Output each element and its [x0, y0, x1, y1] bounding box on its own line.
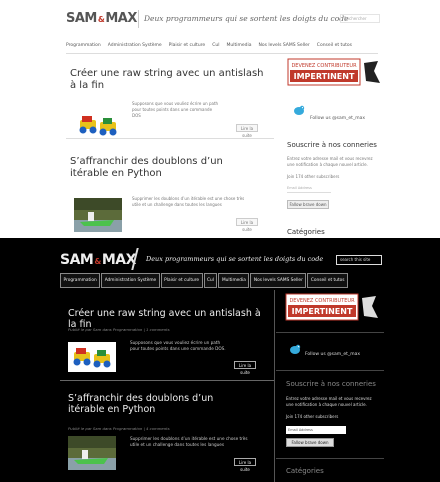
follow-link[interactable]: Follow us @sam_et_max — [310, 116, 365, 121]
post-excerpt: Supprimer les doublons d’un itérable est… — [132, 196, 245, 207]
sidebar-separator — [276, 458, 384, 459]
subscribers-count: Join 174 other subscribers — [287, 174, 340, 179]
light-theme-screenshot: SAM&MAX Deux programmeurs qui se sortent… — [0, 0, 440, 238]
post-thumbnail[interactable] — [68, 436, 116, 470]
post-thumbnail[interactable] — [74, 110, 122, 140]
sidebar-separator — [276, 332, 384, 333]
site-header: SAM&MAX Deux programmeurs qui se sortent… — [0, 238, 440, 274]
read-more-button[interactable]: Lire la suite — [234, 458, 256, 472]
logo-amp: & — [94, 257, 101, 266]
badge-line2: IMPERTINENT — [294, 72, 355, 81]
logo-sam: SAM — [66, 11, 97, 26]
nav-item-multimedia[interactable]: Multimedia — [218, 273, 250, 288]
nav-item-programmation[interactable]: Programmation — [60, 273, 101, 288]
sidebar-divider — [274, 290, 275, 482]
search-input[interactable]: search this site — [336, 255, 382, 265]
logo-amp: & — [97, 15, 105, 24]
nav-item-levels[interactable]: Nos levels SAMS Seller — [250, 273, 307, 288]
read-more-button[interactable]: Lire la suite — [234, 361, 256, 375]
post-title[interactable]: Créer une raw string avec un antislash à… — [70, 68, 270, 92]
post-thumbnail[interactable] — [68, 342, 116, 372]
subscribe-button[interactable]: Fallow brave down — [286, 438, 334, 447]
site-header: SAM&MAX Deux programmeurs qui se sortent… — [0, 0, 440, 38]
nav-item-programmation[interactable]: Programmation — [66, 40, 101, 51]
header-separator — [138, 10, 139, 28]
main-nav: Programmation Administration Système Pla… — [66, 40, 378, 51]
subscribe-text: Entrez votre adresse mail et vous recevr… — [286, 396, 372, 407]
post-divider — [60, 380, 274, 381]
nav-divider — [66, 53, 378, 54]
post-excerpt: Supposons que vous vouliez écrire un pat… — [130, 340, 226, 351]
nav-item-conseil[interactable]: Conseil et tutos — [317, 40, 352, 51]
site-logo[interactable]: SAM&MAX — [60, 252, 136, 268]
nav-item-plaisir[interactable]: Plaisir et culture — [169, 40, 206, 51]
nav-item-cul[interactable]: Cul — [203, 273, 218, 288]
contributor-badge[interactable]: DEVENEZ CONTRIBUTEUR IMPERTINENT — [286, 57, 382, 87]
categories-title: Catégories — [287, 228, 325, 236]
subscribe-button[interactable]: Fallow brave down — [287, 200, 329, 209]
nav-item-cul[interactable]: Cul — [212, 40, 219, 51]
twitter-bird-icon — [292, 103, 306, 117]
post-thumbnail[interactable] — [74, 198, 122, 232]
nav-item-administration[interactable]: Administration Système — [108, 40, 162, 51]
sidebar-separator — [276, 370, 384, 371]
nav-item-multimedia[interactable]: Multimedia — [226, 40, 251, 51]
site-slogan: Deux programmeurs qui se sortent les doi… — [144, 14, 349, 23]
badge-line1: DEVENEZ CONTRIBUTEUR — [289, 298, 355, 304]
post-title[interactable]: S’affranchir des doublons d’un itérable … — [68, 393, 248, 415]
post-meta: Publié le par Sam dans Programmation | 1… — [68, 327, 170, 332]
nav-item-plaisir[interactable]: Plaisir et culture — [160, 273, 203, 288]
logo-max: MAX — [101, 252, 137, 268]
main-nav: Programmation Administration Système Pla… — [60, 273, 378, 288]
subscribe-title: Souscrire à nos conneries — [287, 141, 377, 149]
categories-title: Catégories — [286, 467, 324, 475]
site-logo[interactable]: SAM&MAX — [66, 11, 137, 26]
subscribers-count: Join 174 other subscribers — [286, 414, 339, 419]
dark-theme-screenshot: SAM&MAX Deux programmeurs qui se sortent… — [0, 238, 440, 482]
logo-max: MAX — [105, 11, 137, 26]
badge-line2: IMPERTINENT — [292, 307, 353, 316]
twitter-bird-icon — [288, 342, 302, 356]
subscribe-title: Souscrire à nos conneries — [286, 380, 376, 388]
email-field[interactable]: Email Address — [287, 186, 331, 193]
follow-link[interactable]: Follow us @sam_et_max — [305, 352, 360, 357]
contributor-badge[interactable]: DEVENEZ CONTRIBUTEUR IMPERTINENT — [284, 292, 380, 322]
post-meta: Publié le par Sam dans Programmation | 4… — [68, 426, 170, 431]
read-more-button[interactable]: Lire la suite — [236, 218, 258, 232]
subscribe-text: Entrez votre adresse mail et vous recevr… — [287, 156, 373, 167]
search-input[interactable]: Rechercher — [340, 14, 380, 23]
nav-item-administration[interactable]: Administration Système — [101, 273, 160, 288]
read-more-button[interactable]: Lire la suite — [236, 124, 258, 138]
post-excerpt: Supprimer les doublons d’un itérable est… — [130, 436, 248, 447]
email-field[interactable]: Email Address — [286, 426, 346, 434]
badge-line1: DEVENEZ CONTRIBUTEUR — [291, 63, 357, 69]
post-title[interactable]: S’affranchir des doublons d’un itérable … — [70, 156, 250, 180]
post-excerpt: Supposons que vous vouliez écrire un pat… — [132, 101, 219, 118]
nav-item-levels[interactable]: Nos levels SAMS Seller — [258, 40, 309, 51]
logo-sam: SAM — [60, 252, 94, 268]
site-slogan: Deux programmeurs qui se sortent les doi… — [146, 255, 324, 263]
post-divider — [66, 138, 274, 139]
nav-item-conseil[interactable]: Conseil et tutos — [307, 273, 349, 288]
